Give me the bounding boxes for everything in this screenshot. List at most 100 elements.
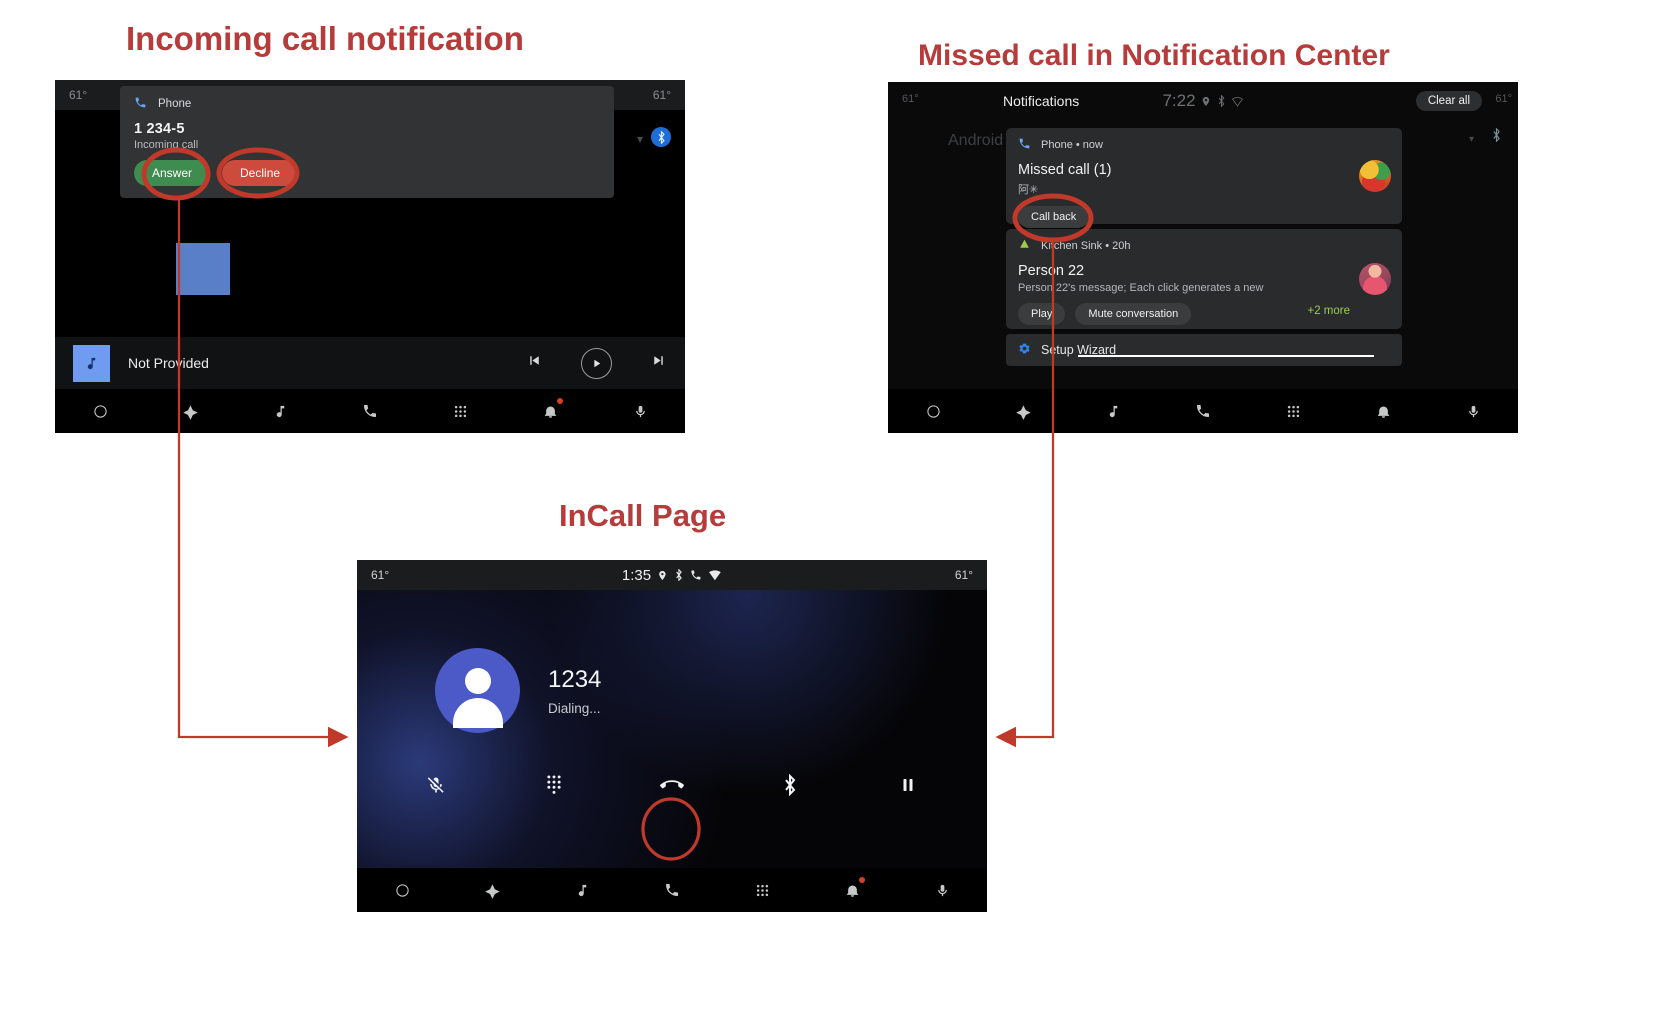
notification-badge (557, 398, 563, 404)
clear-all-button[interactable]: Clear all (1415, 91, 1482, 111)
figure-canvas: Incoming call notification Missed call i… (0, 0, 1672, 1022)
notification-card-kitchen-sink[interactable]: Kitchen Sink • 20h Person 22 Person 22's… (1006, 229, 1402, 329)
chevron-down-icon: ▾ (1468, 134, 1474, 145)
end-call-icon[interactable] (652, 765, 692, 805)
status-clock-group: 7:22 (1162, 91, 1244, 111)
media-icon[interactable] (565, 873, 599, 907)
phone-icon[interactable] (655, 873, 689, 907)
caption-incall-page: InCall Page (559, 498, 727, 533)
notification-app-name: Kitchen Sink • 20h (1041, 240, 1131, 252)
navigation-icon[interactable] (173, 394, 207, 428)
person-avatar-icon (435, 648, 520, 733)
home-icon[interactable] (385, 873, 419, 907)
notification-subtitle: Incoming call (134, 139, 199, 151)
notification-app-row: Phone (134, 96, 600, 112)
media-icon[interactable] (263, 394, 297, 428)
skip-next-icon[interactable] (650, 352, 667, 374)
notification-subtitle: 阿✳ (1018, 184, 1039, 196)
hold-pause-icon[interactable] (888, 765, 928, 805)
notification-app-row: Kitchen Sink • 20h (1018, 238, 1390, 254)
notification-center-header: Notifications 7:22 Clear all (888, 82, 1518, 120)
incall-controls (357, 764, 987, 806)
notification-actions: Answer Decline (134, 160, 600, 186)
divider-rule (1078, 355, 1374, 357)
notification-subtitle: Person 22's message; Each click generate… (1018, 282, 1264, 294)
bluetooth-icon (1218, 95, 1225, 107)
gear-icon (1018, 342, 1031, 358)
notification-card-setup-wizard[interactable]: Setup Wizard (1006, 334, 1402, 366)
navigation-icon[interactable] (475, 873, 509, 907)
notifications-icon[interactable] (835, 873, 869, 907)
page-title: Notifications (1003, 93, 1080, 109)
heads-up-notification[interactable]: Phone 1 234-5 Incoming call Answer Decli… (120, 86, 614, 198)
play-button[interactable]: Play (1018, 303, 1066, 325)
phone-icon[interactable] (1186, 394, 1220, 428)
avatar (1359, 263, 1391, 295)
status-temp-left: 61° (371, 568, 390, 582)
bottom-nav-bar[interactable] (357, 868, 987, 912)
notification-badge (859, 877, 865, 883)
media-bar[interactable]: Not Provided (55, 337, 685, 389)
contact-info: 1234 Dialing... (435, 648, 601, 733)
caption-incoming-call: Incoming call notification (126, 20, 524, 57)
bluetooth-icon (676, 569, 683, 581)
background-app-label: Android (948, 132, 1004, 149)
bottom-nav-bar[interactable] (55, 389, 685, 433)
contact-number: 1234 (548, 665, 602, 693)
clock-label: 1:35 (621, 566, 652, 584)
navigation-icon[interactable] (1006, 394, 1040, 428)
notification-title: 1 234-5 (134, 121, 185, 137)
music-note-icon (73, 344, 110, 382)
location-icon (1202, 96, 1210, 106)
location-icon (659, 570, 666, 580)
kitchen-sink-icon (1018, 238, 1031, 254)
bluetooth-icon (651, 127, 671, 147)
home-icon[interactable] (83, 394, 117, 428)
call-back-button[interactable]: Call back (1018, 206, 1090, 228)
mute-conversation-button[interactable]: Mute conversation (1075, 303, 1192, 325)
incall-body: 1234 Dialing... (357, 590, 987, 868)
avatar (1359, 160, 1391, 192)
bluetooth-icon (1491, 127, 1502, 147)
skip-previous-icon[interactable] (526, 352, 543, 374)
notification-actions: Call back (1018, 206, 1390, 228)
decline-button[interactable]: Decline (222, 160, 299, 186)
call-state-label: Dialing... (548, 700, 601, 716)
incall-screen: 61° 1:35 61° 1234 Dialing... (357, 560, 987, 912)
notification-title: Person 22 (1018, 263, 1085, 279)
notification-app-row: Phone • now (1018, 137, 1390, 153)
media-title: Not Provided (128, 355, 209, 371)
status-bar: 61° 1:35 61° (357, 560, 987, 590)
mute-icon[interactable] (416, 765, 456, 805)
home-icon[interactable] (916, 394, 950, 428)
notification-card-missed-call[interactable]: Phone • now Missed call (1) 阿✳ Call back (1006, 128, 1402, 228)
notifications-icon[interactable] (1366, 394, 1400, 428)
wifi-icon (709, 570, 721, 581)
apps-icon[interactable] (443, 394, 477, 428)
apps-icon[interactable] (745, 873, 779, 907)
phone-in-talk-icon (691, 570, 701, 580)
status-temp-right: 61° (954, 568, 973, 582)
bottom-nav-bar[interactable] (888, 389, 1518, 433)
phone-icon[interactable] (353, 394, 387, 428)
assistant-mic-icon[interactable] (1456, 394, 1490, 428)
caption-missed-call: Missed call in Notification Center (918, 39, 1390, 72)
play-icon[interactable] (581, 347, 612, 379)
apps-icon[interactable] (1276, 394, 1310, 428)
assistant-mic-icon[interactable] (925, 873, 959, 907)
status-clock-group: 1:35 (622, 567, 722, 584)
dialpad-icon[interactable] (534, 765, 574, 805)
clock-label: 7:22 (1162, 91, 1196, 110)
assistant-mic-icon[interactable] (623, 394, 657, 428)
notification-app-name: Phone (158, 98, 192, 110)
status-temp-right: 61° (652, 88, 671, 102)
notification-app-name: Phone • now (1041, 139, 1103, 151)
bluetooth-icon[interactable] (770, 765, 810, 805)
incoming-call-screen: 61° 61° B ▾ Phone 1 234-5 Incoming call … (55, 80, 685, 433)
more-count-label: +2 more (1307, 305, 1350, 317)
answer-button[interactable]: Answer (134, 160, 211, 186)
phone-icon (1018, 137, 1031, 153)
status-temp-left: 61° (69, 88, 88, 102)
media-icon[interactable] (1096, 394, 1130, 428)
notifications-icon[interactable] (533, 394, 567, 428)
